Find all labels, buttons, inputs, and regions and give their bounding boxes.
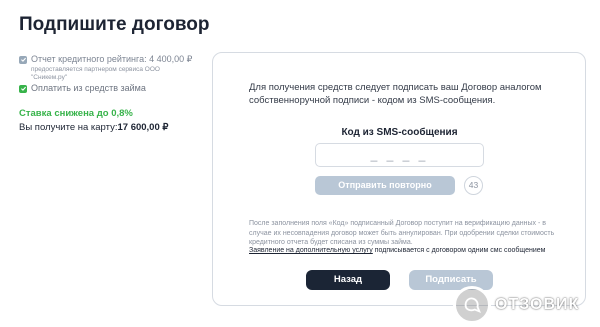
- page-title: Подпишите договор: [19, 14, 210, 35]
- rate-reduced-text: Ставка снижена до 0,8%: [19, 108, 133, 119]
- receive-amount: 17 600,00 ₽: [117, 122, 169, 133]
- order-summary: Отчет кредитного рейтинга: 4 400,00 ₽ пр…: [19, 54, 204, 133]
- extra-service-link[interactable]: Заявление на дополнительную услугу: [249, 247, 373, 254]
- credit-report-note: предоставляется партнером сервиса ООО "С…: [31, 66, 160, 81]
- receive-amount-line: Вы получите на карту:17 600,00 ₽: [19, 122, 204, 133]
- watermark-logo-icon: [453, 286, 491, 324]
- checkbox-checked-icon[interactable]: [19, 84, 27, 93]
- credit-report-label: Отчет кредитного рейтинга: 4 400,00 ₽: [31, 54, 193, 64]
- sms-code-input[interactable]: _ _ _ _: [315, 143, 484, 167]
- checkbox-checked-icon[interactable]: [19, 55, 27, 64]
- resend-timer: 43: [464, 176, 483, 195]
- receive-label: Вы получите на карту:: [19, 122, 118, 133]
- pay-from-loan-label: Оплатить из средств займа: [31, 83, 146, 93]
- extra-service-text: подписывается с договором одним смс сооб…: [372, 247, 546, 254]
- sms-code-label: Код из SMS-сообщения: [341, 127, 458, 138]
- pay-from-loan-option[interactable]: Оплатить из средств займа: [19, 83, 204, 94]
- resend-code-button[interactable]: Отправить повторно: [315, 176, 455, 195]
- verification-note: После заполнения поля «Код» подписанный …: [249, 220, 555, 246]
- sign-instruction: Для получения средств следует подписать …: [249, 82, 542, 106]
- back-button[interactable]: Назад: [306, 270, 390, 290]
- watermark: ОТЗОВИК: [453, 286, 579, 324]
- extra-service-line: Заявление на дополнительную услугу подпи…: [249, 246, 567, 255]
- watermark-text: ОТЗОВИК: [495, 296, 580, 313]
- credit-report-option[interactable]: Отчет кредитного рейтинга: 4 400,00 ₽: [19, 54, 204, 65]
